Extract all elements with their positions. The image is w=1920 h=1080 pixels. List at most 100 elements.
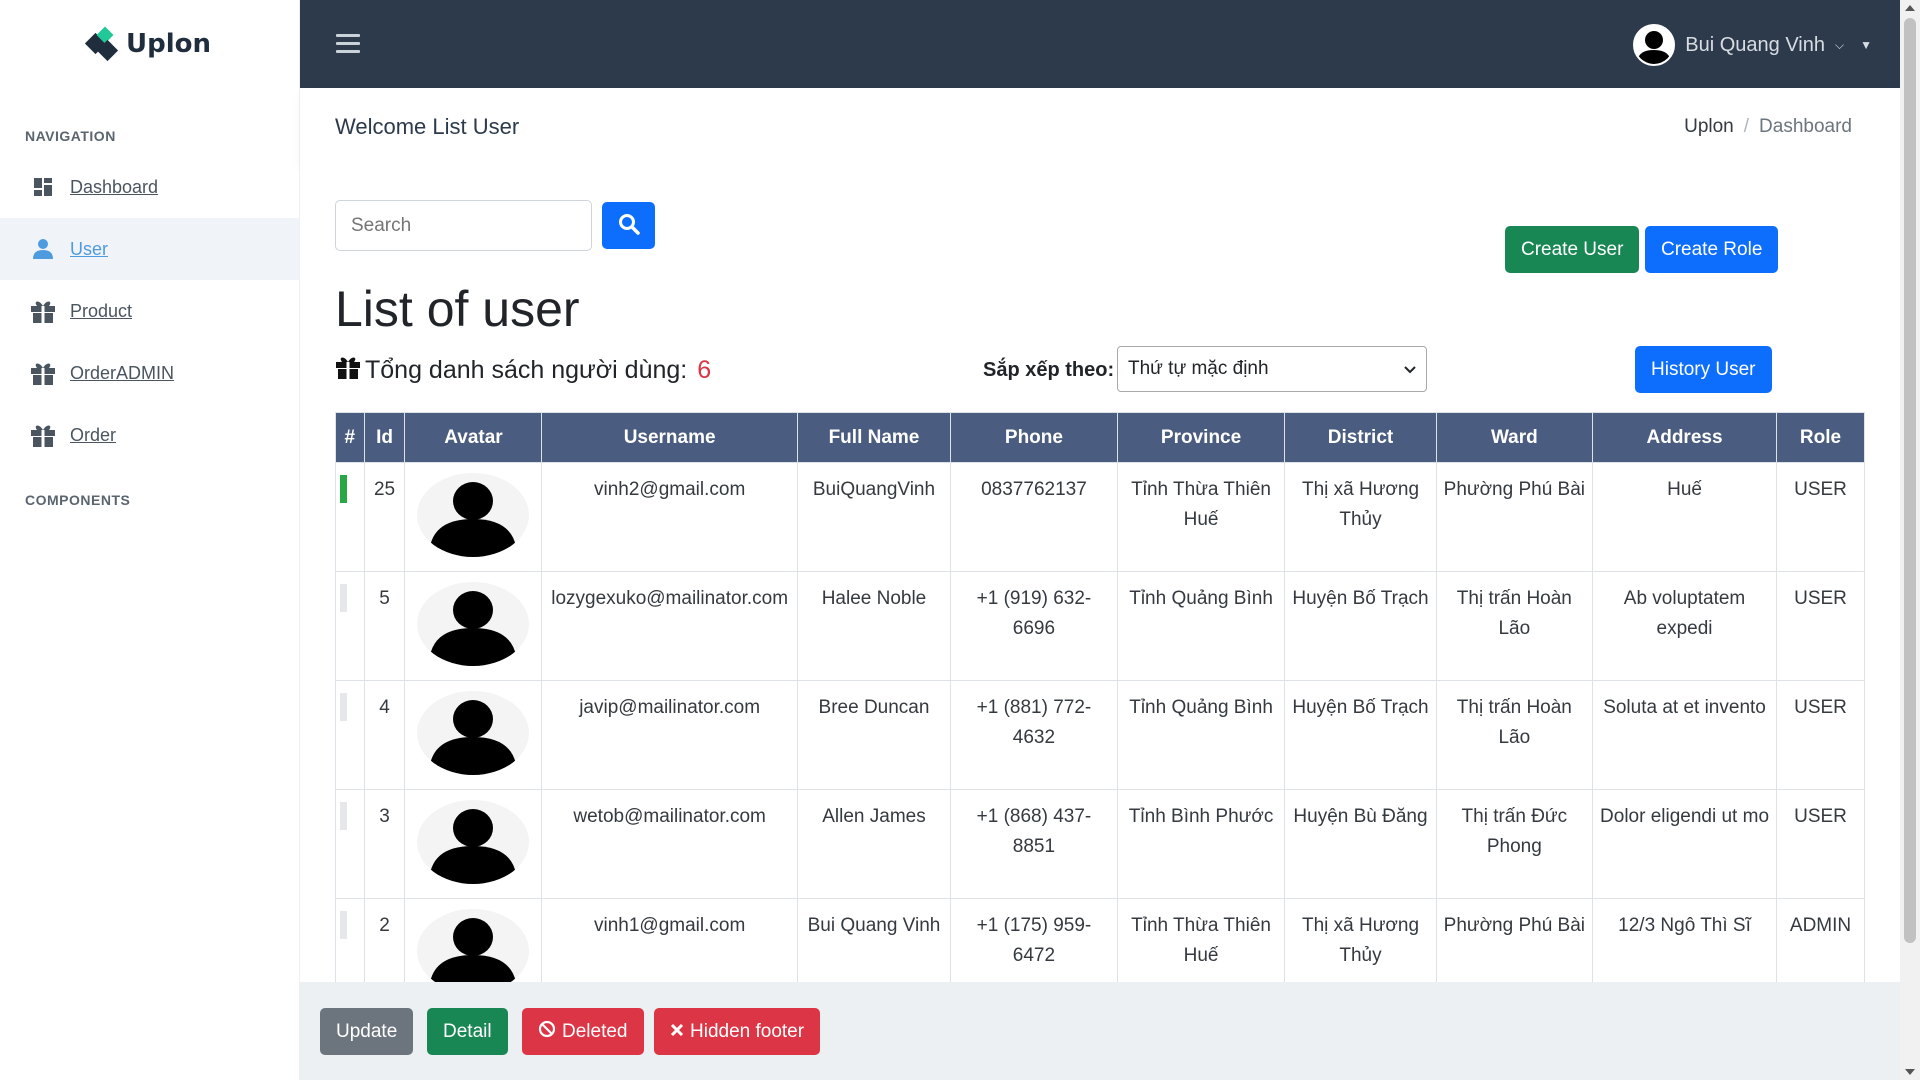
- column-header: Id: [363, 412, 406, 463]
- total-label: Tổng danh sách người dùng:: [365, 356, 688, 384]
- scroll-thumb[interactable]: [1904, 18, 1916, 943]
- column-header: Full Name: [796, 412, 952, 463]
- scroll-up-icon[interactable]: [1905, 5, 1915, 11]
- cell-phone: +1 (868) 437-8851: [950, 789, 1118, 899]
- logo-text: Uplon: [125, 29, 211, 59]
- gift-icon: [30, 361, 56, 385]
- caret-down-icon: ▼: [1860, 38, 1872, 52]
- hidden-footer-button[interactable]: Hidden footer: [654, 1008, 821, 1055]
- cell-province: Tỉnh Bình Phước: [1116, 789, 1286, 899]
- cell-id: 5: [363, 571, 406, 681]
- cell-phone: +1 (175) 959-6472: [950, 898, 1118, 982]
- avatar: [417, 473, 530, 557]
- gift-icon: [30, 299, 56, 323]
- cell-full-name: BuiQuangVinh: [796, 462, 952, 572]
- sidebar-item-label: User: [70, 238, 109, 259]
- sort-selected-value: Thứ tự mặc định: [1128, 358, 1269, 379]
- cell-username: vinh2@gmail.com: [541, 462, 798, 572]
- cell-username: vinh1@gmail.com: [541, 898, 798, 982]
- cell-username: lozygexuko@mailinator.com: [541, 571, 798, 681]
- chevron-down-icon: ⌵: [1835, 37, 1845, 52]
- table-header-row: # Id Avatar Username Full Name Phone Pro…: [335, 412, 1865, 463]
- column-header: Avatar: [404, 412, 543, 463]
- row-select-cell[interactable]: [335, 462, 365, 572]
- page-heading: List of user: [335, 281, 580, 337]
- row-selection-indicator: [340, 584, 347, 612]
- cell-ward: Phường Phú Bài: [1435, 898, 1594, 982]
- menu-toggle-icon[interactable]: [336, 34, 360, 58]
- sidebar-item-order[interactable]: Order: [0, 404, 299, 466]
- deleted-button[interactable]: Deleted: [522, 1008, 644, 1055]
- column-header: Role: [1776, 412, 1865, 463]
- cell-district: Huyện Bố Trạch: [1284, 571, 1437, 681]
- avatar: [417, 582, 530, 666]
- cell-ward: Thị trấn Đức Phong: [1435, 789, 1594, 899]
- scrollbar[interactable]: [1900, 0, 1920, 1080]
- cell-role: USER: [1776, 680, 1865, 790]
- scroll-down-icon[interactable]: [1905, 1069, 1915, 1075]
- row-selection-indicator: [340, 693, 347, 721]
- logo-icon: [84, 26, 119, 62]
- history-user-button[interactable]: History User: [1635, 346, 1772, 393]
- sidebar-item-product[interactable]: Product: [0, 280, 299, 342]
- cell-id: 2: [363, 898, 406, 982]
- cell-district: Huyện Bố Trạch: [1284, 680, 1437, 790]
- sidebar-item-label: Order: [70, 424, 117, 445]
- row-select-cell[interactable]: [335, 789, 365, 899]
- create-role-button[interactable]: Create Role: [1645, 226, 1779, 273]
- sort-select[interactable]: Thứ tự mặc định: [1117, 346, 1427, 392]
- search-input[interactable]: [335, 200, 592, 251]
- table-row[interactable]: 4 javip@mailinator.com Bree Duncan +1 (881)…: [335, 680, 1865, 790]
- cell-ward: Phường Phú Bài: [1435, 462, 1594, 572]
- row-select-cell[interactable]: [335, 571, 365, 681]
- row-select-cell[interactable]: [335, 898, 365, 982]
- chevron-down-icon: [1404, 358, 1416, 380]
- cell-id: 4: [363, 680, 406, 790]
- deleted-label: Deleted: [562, 1020, 628, 1042]
- avatar: [1633, 24, 1676, 66]
- sidebar-item-dashboard[interactable]: Dashboard: [0, 156, 299, 218]
- column-header: Phone: [950, 412, 1118, 463]
- update-button[interactable]: Update: [320, 1008, 414, 1055]
- sidebar-item-label: OrderADMIN: [70, 362, 175, 383]
- search-icon: [618, 213, 640, 238]
- sidebar: Uplon NAVIGATION Dashboard User Product …: [0, 0, 300, 1080]
- breadcrumb-separator: /: [1743, 116, 1750, 137]
- main-content: List of user Create User Create Role His…: [300, 162, 1900, 982]
- total-count: 6: [697, 356, 712, 384]
- hidden-footer-label: Hidden footer: [690, 1020, 805, 1042]
- row-selection-indicator: [340, 802, 347, 830]
- avatar-cell: [404, 898, 543, 982]
- column-header: District: [1284, 412, 1437, 463]
- cell-id: 3: [363, 789, 406, 899]
- detail-button[interactable]: Detail: [427, 1008, 508, 1055]
- cell-phone: 0837762137: [950, 462, 1118, 572]
- avatar-cell: [404, 789, 543, 899]
- table-row[interactable]: 2 vinh1@gmail.com Bui Quang Vinh +1 (175) 9…: [335, 898, 1865, 982]
- create-user-button[interactable]: Create User: [1505, 226, 1640, 273]
- sidebar-item-orderadmin[interactable]: OrderADMIN: [0, 342, 299, 404]
- table-row[interactable]: 3 wetob@mailinator.com Allen James +1 (868)…: [335, 789, 1865, 899]
- table-row[interactable]: 5 lozygexuko@mailinator.com Halee Noble +1 …: [335, 571, 1865, 681]
- cell-address: Ab voluptatem expedi: [1592, 571, 1778, 681]
- cell-role: USER: [1776, 571, 1865, 681]
- column-header: Ward: [1435, 412, 1594, 463]
- cell-role: USER: [1776, 462, 1865, 572]
- search-button[interactable]: [602, 202, 655, 249]
- row-select-cell[interactable]: [335, 680, 365, 790]
- close-icon: [670, 1021, 684, 1043]
- cell-province: Tỉnh Quảng Bình: [1116, 571, 1286, 681]
- cell-address: Dolor eligendi ut mo: [1592, 789, 1778, 899]
- breadcrumb: Uplon / Dashboard: [1684, 116, 1852, 138]
- cell-district: Thị xã Hương Thủy: [1284, 898, 1437, 982]
- cell-ward: Thị trấn Hoàn Lão: [1435, 571, 1594, 681]
- table-row[interactable]: 25 vinh2@gmail.com BuiQuangVinh 0837762137 T…: [335, 462, 1865, 572]
- page-title: Welcome List User: [335, 114, 520, 139]
- sidebar-item-user[interactable]: User: [0, 218, 299, 280]
- breadcrumb-home[interactable]: Uplon: [1684, 116, 1734, 138]
- dashboard-icon: [30, 175, 56, 199]
- cell-address: 12/3 Ngô Thì Sĩ: [1592, 898, 1778, 982]
- logo[interactable]: Uplon: [0, 0, 299, 88]
- cell-province: Tỉnh Quảng Bình: [1116, 680, 1286, 790]
- user-menu[interactable]: Bui Quang Vinh ⌵ ▼: [1633, 24, 1872, 66]
